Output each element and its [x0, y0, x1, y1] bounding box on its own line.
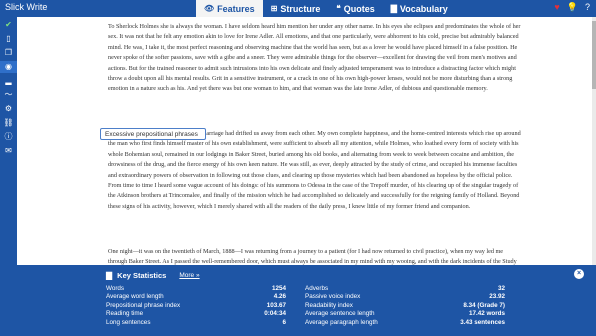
stat-label: Adverbs — [305, 285, 329, 292]
stat-row: Passive voice index 23.92 — [305, 293, 505, 301]
stat-value: 4.26 — [273, 293, 286, 301]
stat-value: 103.67 — [266, 301, 286, 309]
stat-value: 3.43 sentences — [460, 318, 505, 326]
tab-label: Structure — [280, 3, 321, 14]
line-chart-icon[interactable]: 〜 — [0, 89, 17, 101]
help-icon[interactable]: ? — [585, 2, 590, 13]
top-bar: Slick Write 👁 Features ⊞ Structure ❝ Quo… — [0, 0, 596, 17]
stats-header: ▇ Key Statistics More » — [106, 271, 200, 280]
file-icon[interactable]: ❐ — [0, 47, 17, 59]
tab-features[interactable]: 👁 Features — [196, 0, 263, 17]
stat-label: Average paragraph length — [305, 318, 378, 326]
stats-right-column: Adverbs 32 Passive voice index 23.92 Rea… — [305, 285, 505, 327]
tab-vocabulary[interactable]: ▇ Vocabulary — [383, 0, 456, 17]
sidebar: ✔ ▯ ❐ ◉ ▂ 〜 ⚙ ⛓ ⓘ ✉ — [0, 17, 17, 336]
stat-row: Adverbs 32 — [305, 285, 505, 293]
stat-label: Average word length — [106, 293, 164, 301]
stat-row: Average paragraph length 3.43 sentences — [305, 319, 505, 327]
stat-row: Prepositional phrase index 103.67 — [106, 302, 306, 310]
stat-row: Readability index 8.34 (Grade 7) — [305, 302, 505, 310]
stat-row: Reading time 0:04:34 — [106, 310, 306, 318]
stat-value: 8.34 (Grade 7) — [463, 301, 505, 309]
stats-left-column: Words 1254 Average word length 4.26 Prep… — [106, 285, 306, 327]
bulb-icon[interactable]: 💡 — [567, 2, 578, 13]
stat-label: Passive voice index — [305, 293, 361, 301]
chart-icon[interactable]: ▂ — [0, 75, 17, 87]
stat-value: 32 — [497, 285, 505, 292]
stat-row: Words 1254 — [106, 285, 306, 293]
top-icons: ♥ 💡 ? — [554, 2, 590, 13]
scroll-thumb[interactable] — [592, 21, 596, 89]
book-icon: ▇ — [390, 4, 397, 13]
stat-value: 6 — [282, 318, 286, 326]
app-title: Slick Write — [5, 2, 48, 12]
tab-label: Features — [217, 3, 255, 14]
paragraph[interactable]: I had seen little of Holmes lately. My m… — [108, 129, 523, 212]
stat-value: 17.42 words — [468, 310, 505, 318]
stat-label: Prepositional phrase index — [106, 301, 181, 309]
mail-icon[interactable]: ✉ — [0, 145, 17, 157]
stat-label: Reading time — [106, 310, 144, 318]
info-icon[interactable]: ⓘ — [0, 131, 17, 143]
stats-title: Key Statistics — [117, 271, 167, 280]
settings-icon[interactable]: ⚙ — [0, 103, 17, 115]
stat-label: Long sentences — [106, 318, 151, 326]
issue-tooltip: Excessive prepositional phrases — [100, 128, 206, 140]
close-button[interactable]: × — [574, 269, 584, 279]
check-icon[interactable]: ✔ — [0, 19, 17, 31]
stat-row: Long sentences 6 — [106, 319, 306, 327]
stat-row: Average sentence length 17.42 words — [305, 310, 505, 318]
heart-icon[interactable]: ♥ — [554, 2, 559, 13]
paragraph[interactable]: To Sherlock Holmes she is always the wom… — [108, 22, 523, 95]
key-statistics-panel: ▇ Key Statistics More » × Words 1254 Ave… — [17, 265, 596, 336]
tab-label: Vocabulary — [399, 3, 448, 14]
bar-chart-icon: ▇ — [106, 271, 113, 280]
stat-value: 0:04:34 — [264, 310, 286, 318]
stat-value: 1254 — [271, 285, 286, 292]
tab-structure[interactable]: ⊞ Structure — [263, 0, 329, 17]
main-tabs: 👁 Features ⊞ Structure ❝ Quotes ▇ Vocabu… — [196, 0, 456, 17]
eye-icon: 👁 — [204, 4, 215, 13]
document-icon[interactable]: ▯ — [0, 33, 17, 45]
stat-row: Average word length 4.26 — [106, 293, 306, 301]
more-link[interactable]: More » — [179, 272, 199, 279]
stat-label: Average sentence length — [305, 310, 375, 318]
stat-label: Readability index — [305, 301, 353, 309]
quote-icon: ❝ — [336, 4, 341, 13]
tab-quotes[interactable]: ❝ Quotes — [328, 0, 382, 17]
structure-icon: ⊞ — [270, 4, 278, 13]
stat-label: Words — [106, 285, 125, 292]
stat-value: 23.92 — [489, 293, 505, 301]
eye-icon[interactable]: ◉ — [0, 61, 17, 73]
link-icon[interactable]: ⛓ — [0, 117, 17, 129]
tab-label: Quotes — [343, 3, 375, 14]
